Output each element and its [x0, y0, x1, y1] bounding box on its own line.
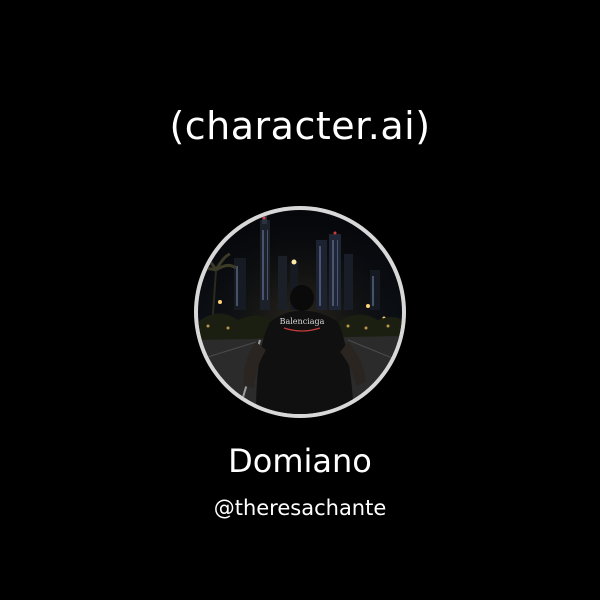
character-profile-card: (character.ai) Balenciaga Domiano @there…	[0, 0, 600, 600]
svg-text:Balenciaga: Balenciaga	[280, 317, 325, 326]
brand-logo: (character.ai)	[169, 104, 431, 148]
avatar-photo: Balenciaga	[198, 210, 402, 414]
creator-handle[interactable]: @theresachante	[0, 496, 600, 520]
avatar[interactable]: Balenciaga	[194, 206, 406, 418]
character-name: Domiano	[228, 442, 372, 480]
